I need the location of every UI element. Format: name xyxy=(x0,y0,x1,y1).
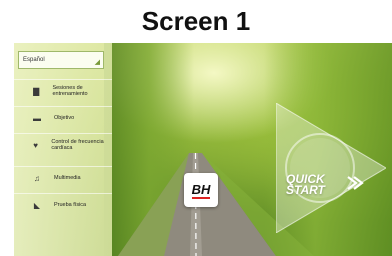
sidebar-menu: Español ◢ ▇ Sesiones de entrenamiento ▬ … xyxy=(14,43,112,256)
console-screen: Español ◢ ▇ Sesiones de entrenamiento ▬ … xyxy=(14,43,392,256)
menu-item-sesiones[interactable]: ▇ Sesiones de entrenamiento xyxy=(14,79,112,102)
screen-title: Screen 1 xyxy=(141,6,251,36)
chevron-down-icon: ◢ xyxy=(94,59,100,66)
quick-start-label[interactable]: QUICK START xyxy=(286,173,325,197)
language-select[interactable]: Español ◢ xyxy=(18,51,104,69)
heart-rate-icon: ♥ xyxy=(33,140,39,150)
flag-icon: ▬ xyxy=(33,113,41,123)
menu-item-label: Multimedia xyxy=(54,174,81,181)
menu-item-label: Prueba física xyxy=(54,201,87,208)
menu-item-label: Control de frecuencia cardíaca xyxy=(51,138,104,152)
language-select-value: Español xyxy=(23,57,45,63)
bh-logo: BH xyxy=(184,173,218,207)
bh-logo-text: BH xyxy=(191,181,211,199)
menu-item-multimedia[interactable]: ♫ Multimedia xyxy=(14,166,112,189)
clipboard-icon: ▇ xyxy=(33,86,40,96)
menu-item-label: Objetivo xyxy=(54,114,75,121)
menu-item-objetivo[interactable]: ▬ Objetivo xyxy=(14,106,112,129)
menu-item-label: Sesiones de entrenamiento xyxy=(52,84,88,98)
fitness-test-icon: ◣ xyxy=(33,200,41,210)
menu-item-prueba[interactable]: ◣ Prueba física xyxy=(14,193,112,216)
quick-start-button[interactable] xyxy=(276,103,386,233)
menu-item-frecuencia[interactable]: ♥ Control de frecuencia cardíaca xyxy=(14,133,112,156)
quick-start-line2: START xyxy=(286,183,325,197)
music-note-icon: ♫ xyxy=(34,173,40,183)
